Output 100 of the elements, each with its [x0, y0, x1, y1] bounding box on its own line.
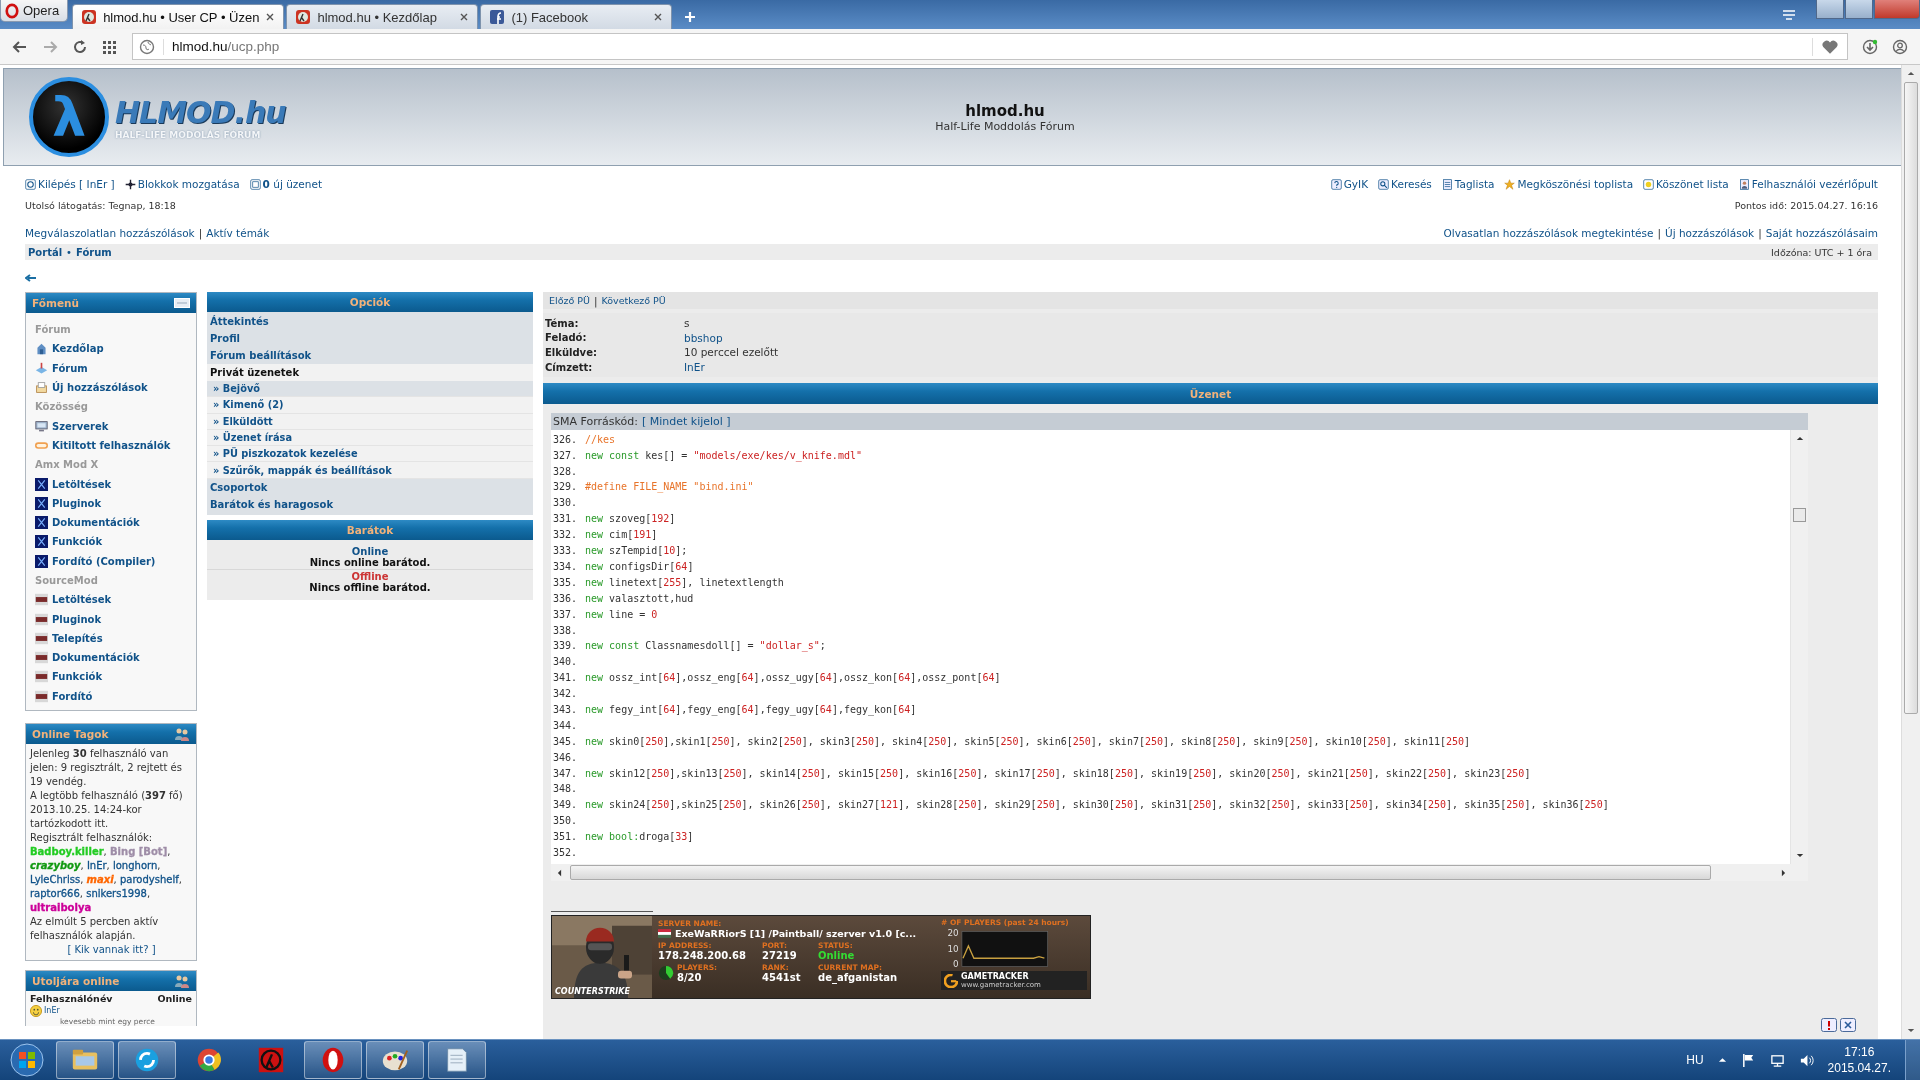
- start-button[interactable]: [8, 1042, 46, 1078]
- nav-link[interactable]: Keresés: [1378, 178, 1432, 190]
- address-field[interactable]: hlmod.hu/ucp.php: [132, 33, 1848, 60]
- scroll-thumb[interactable]: [1793, 508, 1806, 523]
- user-link[interactable]: crazyboy,: [30, 859, 84, 871]
- scroll-down-icon[interactable]: [1907, 1028, 1915, 1033]
- nav-link[interactable]: Köszönet lista: [1643, 178, 1729, 190]
- flag-icon[interactable]: [1740, 1052, 1756, 1068]
- menu-item[interactable]: Új hozzászólások: [35, 377, 196, 398]
- user-link[interactable]: parodyshelf,: [119, 873, 182, 885]
- who-is-online-link[interactable]: [ Kik vannak itt? ]: [67, 943, 156, 955]
- close-icon[interactable]: [1840, 1018, 1856, 1032]
- globe-icon[interactable]: [139, 38, 164, 55]
- breadcrumb-link[interactable]: Fórum: [76, 246, 112, 258]
- menu-item[interactable]: Dokumentációk: [35, 512, 196, 533]
- nav-link[interactable]: Taglista: [1441, 178, 1495, 190]
- nav-link[interactable]: Megköszönési toplista: [1504, 178, 1634, 190]
- user-link[interactable]: raptor666,: [30, 887, 83, 899]
- download-icon[interactable]: [1862, 38, 1878, 55]
- options-link[interactable]: Csoportok: [210, 478, 533, 496]
- heart-icon[interactable]: [1812, 37, 1839, 56]
- nav-link[interactable]: Kilépés [ InEr ]: [25, 178, 115, 190]
- minimize-button[interactable]: [1816, 0, 1844, 19]
- scroll-right-icon[interactable]: [1781, 868, 1786, 877]
- quick-link[interactable]: Aktív témák: [206, 227, 270, 239]
- scroll-up-icon[interactable]: [1795, 436, 1804, 442]
- vertical-scrollbar[interactable]: [1790, 430, 1808, 865]
- previous-message-link[interactable]: Előző PÜ: [549, 295, 590, 306]
- scroll-up-icon[interactable]: [1907, 71, 1915, 76]
- menu-item[interactable]: Kezdőlap: [35, 339, 196, 359]
- plus-icon[interactable]: [684, 11, 697, 23]
- menu-item[interactable]: Fordító: [35, 686, 196, 706]
- options-link[interactable]: Fórum beállítások: [210, 347, 533, 364]
- options-sublink[interactable]: » Bejövő: [207, 381, 533, 398]
- taskbar-button[interactable]: [304, 1041, 362, 1079]
- expand-icon[interactable]: [1717, 1057, 1727, 1063]
- close-icon[interactable]: [265, 12, 276, 22]
- show-desktop-button[interactable]: [1905, 1040, 1920, 1080]
- report-icon[interactable]: [1821, 1018, 1837, 1032]
- user-link[interactable]: InEr: [44, 1006, 60, 1016]
- quick-link[interactable]: Olvasatlan hozzászólások megtekintése: [1443, 227, 1654, 239]
- menu-item[interactable]: Telepítés: [35, 628, 196, 649]
- user-link[interactable]: LyleChriss,: [30, 873, 84, 885]
- server-banner[interactable]: [551, 915, 1091, 1000]
- nav-link[interactable]: Blokkok mozgatása: [124, 178, 240, 190]
- options-link[interactable]: Áttekintés: [210, 313, 533, 330]
- page-scrollbar[interactable]: [1901, 65, 1920, 1039]
- options-sublink[interactable]: » Kimenő (2): [207, 397, 533, 414]
- menu-item[interactable]: Dokumentációk: [35, 648, 196, 668]
- options-sublink[interactable]: » Szűrők, mappák és beállítások: [207, 462, 533, 479]
- user-link[interactable]: maxi,: [86, 873, 117, 885]
- menu-icon[interactable]: [1781, 8, 1797, 22]
- user-link[interactable]: ultraibolya: [30, 901, 92, 913]
- menu-item[interactable]: Funkciók: [35, 667, 196, 687]
- opera-menu-button[interactable]: Opera: [0, 0, 69, 22]
- scroll-thumb[interactable]: [1904, 82, 1918, 714]
- network-icon[interactable]: [1769, 1052, 1785, 1068]
- quick-link[interactable]: Saját hozzászólásaim: [1765, 227, 1878, 239]
- menu-item[interactable]: Kitiltott felhasználók: [35, 435, 196, 456]
- nav-link[interactable]: 0 új üzenet: [249, 178, 322, 190]
- taskbar-button[interactable]: [428, 1041, 486, 1079]
- next-message-link[interactable]: Következő PÜ: [601, 295, 666, 306]
- back-arrow-icon[interactable]: [25, 274, 37, 282]
- user-link[interactable]: snikers1998,: [86, 887, 151, 899]
- menu-item[interactable]: Letöltések: [35, 590, 196, 610]
- language-indicator[interactable]: HU: [1686, 1053, 1704, 1067]
- taskbar-button[interactable]: [56, 1041, 114, 1079]
- options-link[interactable]: Profil: [210, 330, 533, 347]
- user-link[interactable]: bbshop: [684, 331, 723, 344]
- close-icon[interactable]: [459, 12, 470, 22]
- nav-link[interactable]: GyIK: [1330, 178, 1369, 190]
- user-link[interactable]: longhorn,: [112, 859, 161, 871]
- account-icon[interactable]: [1892, 38, 1908, 55]
- user-link[interactable]: Badboy.killer,: [30, 845, 107, 857]
- clock[interactable]: 17:16 2015.04.27.: [1827, 1044, 1891, 1076]
- browser-tab[interactable]: (1) Facebook: [480, 4, 673, 29]
- scroll-left-icon[interactable]: [557, 868, 562, 877]
- user-link[interactable]: InEr,: [86, 859, 110, 871]
- taskbar-button[interactable]: [366, 1041, 424, 1079]
- back-icon[interactable]: [12, 38, 28, 55]
- breadcrumb-link[interactable]: Portál: [28, 246, 63, 258]
- browser-tab[interactable]: hlmod.hu • User CP • Üzen: [72, 4, 285, 29]
- options-link[interactable]: Barátok és haragosok: [210, 495, 533, 513]
- nav-link[interactable]: Felhasználói vezérlőpult: [1738, 178, 1878, 190]
- user-link[interactable]: InEr: [684, 361, 705, 374]
- horizontal-scrollbar[interactable]: [551, 864, 1808, 882]
- select-all-link[interactable]: [ Mindet kijelol ]: [641, 415, 731, 429]
- scroll-thumb[interactable]: [570, 865, 1711, 881]
- reload-icon[interactable]: [72, 38, 88, 55]
- user-link[interactable]: Bing [Bot],: [110, 845, 171, 857]
- quick-link[interactable]: Megválaszolatlan hozzászólások: [25, 227, 195, 239]
- taskbar-button[interactable]: [118, 1041, 176, 1079]
- menu-item[interactable]: Pluginok: [35, 493, 196, 513]
- scroll-down-icon[interactable]: [1795, 853, 1804, 859]
- menu-item[interactable]: Pluginok: [35, 609, 196, 629]
- menu-item[interactable]: Letöltések: [35, 474, 196, 494]
- speaker-icon[interactable]: [1798, 1052, 1814, 1068]
- options-sublink[interactable]: » PÜ piszkozatok kezelése: [207, 446, 533, 463]
- menu-item[interactable]: Fordító (Compiler): [35, 551, 196, 571]
- maximize-button[interactable]: [1845, 0, 1873, 19]
